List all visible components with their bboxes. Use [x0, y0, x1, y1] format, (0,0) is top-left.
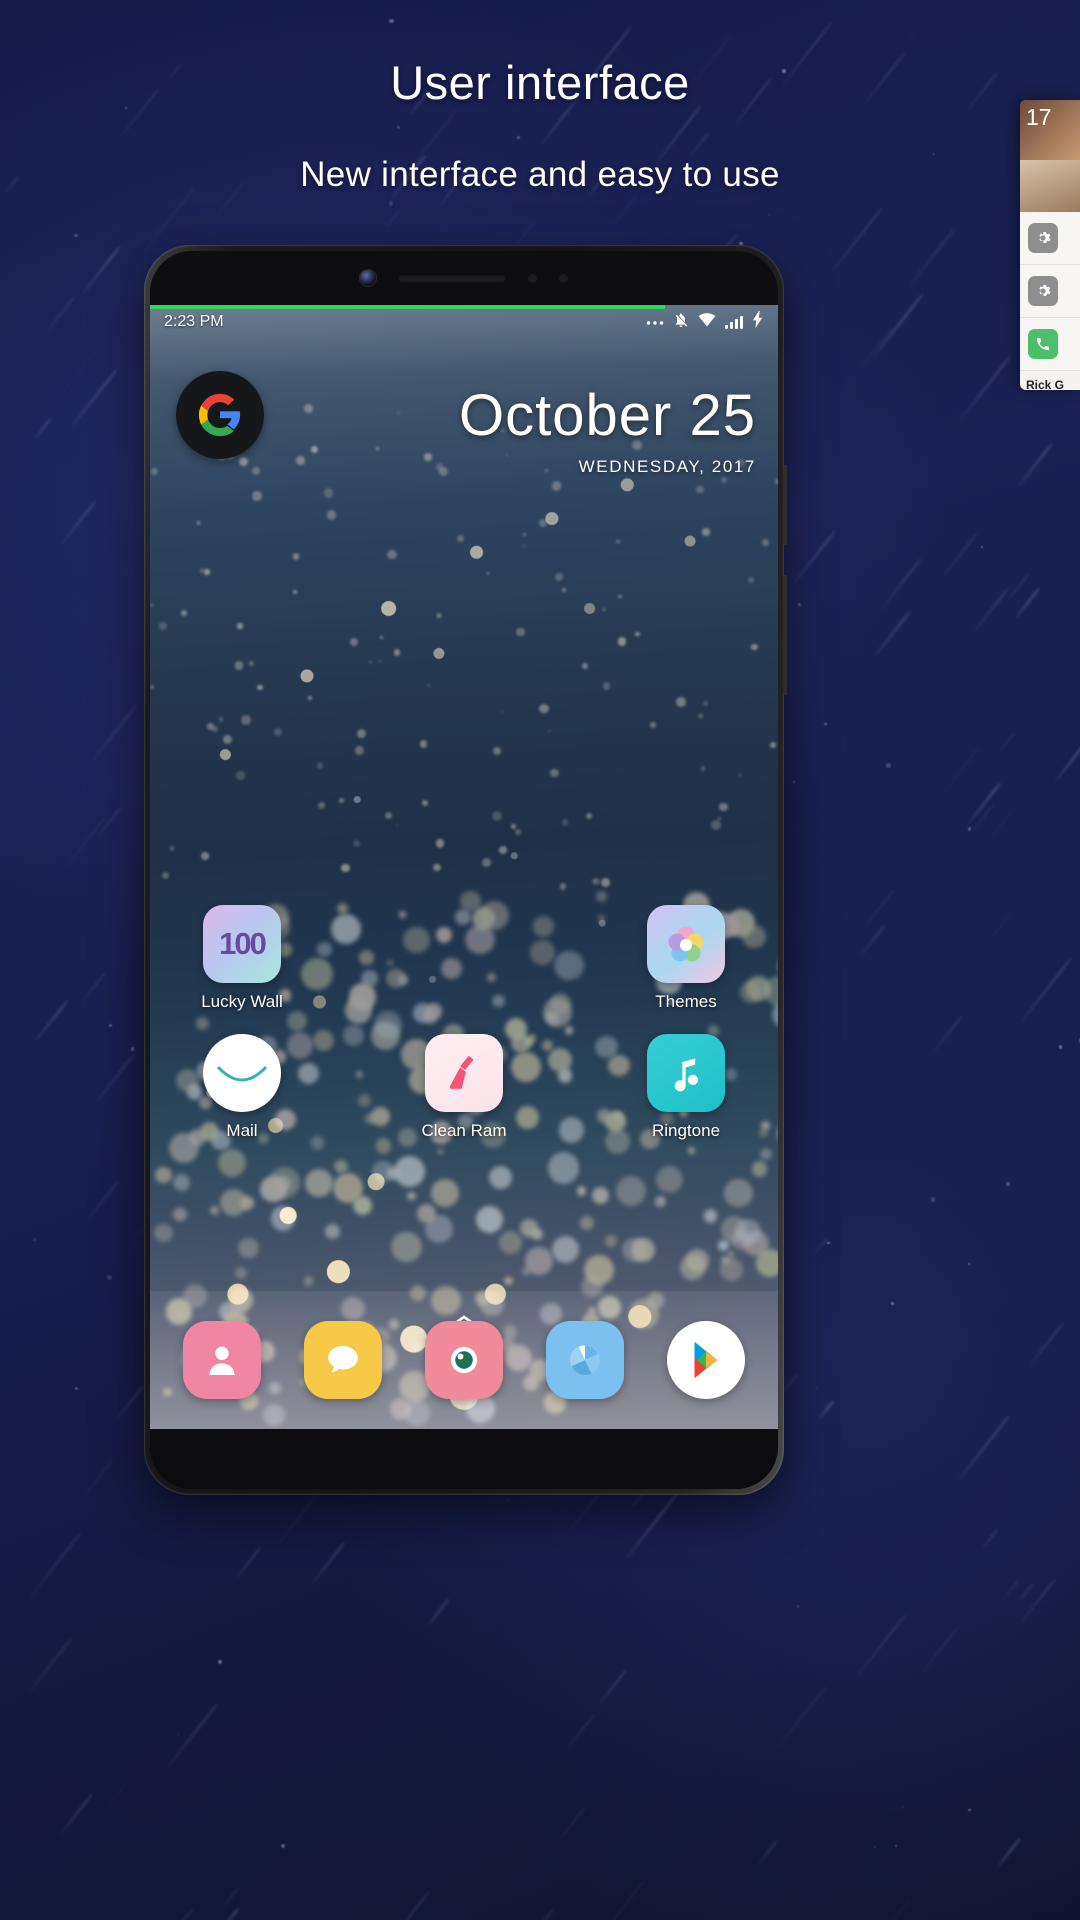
wifi-icon [698, 312, 716, 332]
app-clean-ram[interactable]: Clean Ram [390, 1034, 538, 1141]
themes-icon [647, 905, 725, 983]
broom-icon [449, 1055, 474, 1089]
phone-bottom-bezel [150, 1429, 778, 1489]
app-ringtone[interactable]: Ringtone [612, 1034, 760, 1141]
light-sensor-icon [559, 273, 568, 283]
google-logo-icon [198, 393, 241, 437]
battery-charging-icon [752, 311, 764, 333]
phone-top-bezel [150, 251, 778, 305]
power-button[interactable] [783, 575, 787, 695]
home-row-2: Mail Clean Ram Ringtone [168, 1034, 760, 1141]
app-label: Clean Ram [421, 1121, 507, 1140]
adjacent-screenshot-peek[interactable]: 17 Rick G Free [1020, 100, 1080, 390]
play-store-icon[interactable] [666, 1321, 745, 1399]
app-label: Mail [226, 1121, 258, 1140]
status-bar: 2:23 PM [150, 305, 778, 339]
ringtone-icon [647, 1034, 725, 1112]
gear-icon [1028, 223, 1058, 253]
app-lucky-wall[interactable]: 100 Lucky Wall [168, 905, 316, 1012]
themes-flower-icon [668, 926, 704, 962]
front-camera-icon [360, 270, 376, 286]
lucky-wall-icon: 100 [203, 905, 281, 983]
gallery-icon[interactable] [545, 1321, 624, 1399]
dock [150, 1291, 778, 1429]
gear-icon [1028, 276, 1058, 306]
peek-app-name: Rick G [1026, 378, 1065, 390]
signal-icon [725, 315, 743, 329]
app-mail[interactable]: Mail [168, 1034, 316, 1141]
notification-progress-bar [150, 305, 665, 309]
volume-button[interactable] [783, 465, 787, 545]
page-title: User interface [390, 56, 690, 109]
person-glyph-icon [209, 1346, 235, 1375]
home-screen-grid: 100 Lucky Wall Themes Mail Clean Ram Rin… [150, 905, 778, 1163]
phone-screen: 2:23 PM October 25 WEDNESDAY, 2017 100 L… [150, 305, 778, 1429]
contacts-icon[interactable] [183, 1321, 262, 1399]
google-search-widget[interactable] [176, 371, 264, 459]
mail-envelope-icon [216, 1059, 268, 1088]
date-text: October 25 [459, 383, 756, 448]
mail-icon [203, 1034, 281, 1112]
messages-icon[interactable] [304, 1321, 383, 1399]
lucky-wall-glyph: 100 [219, 926, 267, 961]
peek-row-2[interactable] [1020, 265, 1080, 318]
gallery-shutter-icon [569, 1345, 600, 1375]
peek-row-1[interactable] [1020, 212, 1080, 265]
date-widget[interactable]: October 25 WEDNESDAY, 2017 [459, 387, 756, 477]
status-bar-time: 2:23 PM [164, 313, 224, 330]
camera-lens-icon [450, 1346, 478, 1374]
clean-ram-icon [425, 1034, 503, 1112]
app-label: Themes [655, 992, 717, 1011]
phone-mockup: 2:23 PM October 25 WEDNESDAY, 2017 100 L… [144, 245, 787, 1495]
earpiece-speaker [398, 274, 506, 282]
mute-bell-icon [673, 312, 689, 333]
peek-row-3[interactable] [1020, 318, 1080, 371]
app-themes[interactable]: Themes [612, 905, 760, 1012]
camera-icon[interactable] [424, 1321, 503, 1399]
proximity-sensor-icon [528, 273, 537, 283]
home-row-1: 100 Lucky Wall Themes [168, 905, 760, 1012]
music-note-icon [674, 1058, 699, 1092]
app-label: Lucky Wall [201, 992, 283, 1011]
phone-icon [1028, 329, 1058, 359]
play-triangle-icon [694, 1341, 718, 1379]
app-label: Ringtone [651, 1121, 721, 1140]
speech-bubble-icon [328, 1346, 359, 1373]
peek-image [1020, 160, 1080, 212]
weekday-year-text: WEDNESDAY, 2017 [578, 457, 756, 476]
peek-badge: 17 [1020, 100, 1080, 160]
more-icon [646, 313, 664, 331]
page-subtitle: New interface and easy to use [300, 155, 780, 194]
